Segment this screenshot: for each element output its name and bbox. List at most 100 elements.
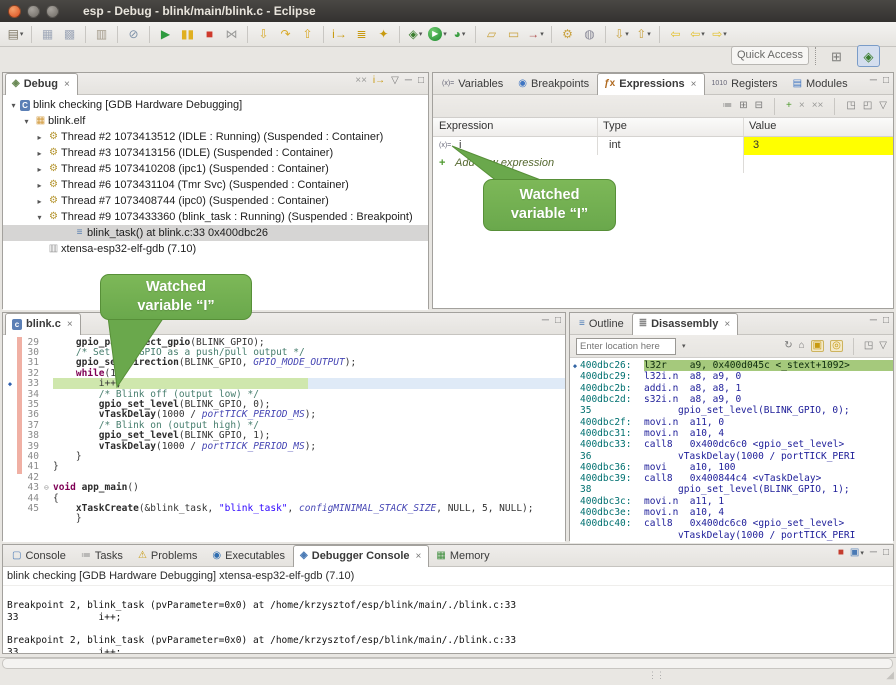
expander-icon[interactable]: ▸ (33, 181, 46, 190)
close-tab-icon[interactable]: × (67, 319, 73, 330)
expander-icon[interactable]: ▾ (7, 101, 20, 110)
tab-modules[interactable]: ▤Modules (786, 73, 856, 94)
window-close-icon[interactable] (8, 5, 21, 18)
open-element-button[interactable]: ▭ (503, 24, 524, 44)
show-logical-structure-toggle[interactable]: ⊞ (739, 101, 747, 111)
tree-row[interactable]: ▾▦blink.elf (3, 113, 428, 129)
back-button[interactable]: ⇦▾ (687, 24, 708, 44)
tree-row[interactable]: ▸⚙Thread #3 1073413156 (IDLE) (Suspended… (3, 145, 428, 161)
refresh-button[interactable]: ↻ (784, 341, 792, 351)
expander-icon[interactable]: ▸ (33, 197, 46, 206)
tree-row[interactable]: ▸⚙Thread #7 1073408744 (ipc0) (Suspended… (3, 193, 428, 209)
tab-breakpoints[interactable]: ◉Breakpoints (511, 73, 597, 94)
expander-icon[interactable]: ▸ (33, 165, 46, 174)
window-maximize-icon[interactable] (46, 5, 59, 18)
tab-disassembly[interactable]: ≣Disassembly× (632, 313, 739, 335)
terminate-button[interactable]: ■ (199, 24, 220, 44)
skip-breakpoints-button[interactable]: ⊘ (123, 24, 144, 44)
save-all-button[interactable]: ▩ (59, 24, 80, 44)
remove-all-expressions-button[interactable]: ×× (812, 101, 824, 111)
open-perspective-button[interactable]: ⊞ (826, 46, 847, 66)
column-header-value[interactable]: Value (749, 120, 776, 132)
tree-row[interactable]: ▾C blink checking [GDB Hardware Debuggin… (3, 97, 428, 113)
breakpoint-types-button[interactable]: ✦ (373, 24, 394, 44)
column-divider[interactable] (743, 118, 744, 136)
close-tab-icon[interactable]: × (64, 79, 70, 90)
new-project-button[interactable]: ▱ (481, 24, 502, 44)
display-console-button[interactable]: ▣▾ (850, 548, 864, 558)
sash-grip-icon[interactable]: ⋮⋮ (648, 670, 664, 681)
build-button[interactable]: ▥ (91, 24, 112, 44)
step-into-button[interactable]: ⇩ (253, 24, 274, 44)
new-view-button[interactable]: ◳ (864, 341, 873, 351)
toggle-mark-button[interactable]: ◍ (579, 24, 600, 44)
tree-row[interactable]: ▸⚙Thread #2 1073413512 (IDLE : Running) … (3, 129, 428, 145)
step-filters-button[interactable]: ≣ (351, 24, 372, 44)
tab-problems[interactable]: ⚠Problems (131, 545, 205, 566)
maximize-button[interactable]: □ (883, 316, 889, 326)
show-source-toggle[interactable]: ▣ (811, 340, 824, 352)
minimize-button[interactable]: ─ (870, 76, 877, 86)
minimize-button[interactable]: ─ (542, 316, 549, 326)
view-menu-button[interactable]: ▽ (879, 341, 887, 351)
minimize-button[interactable]: ─ (870, 316, 877, 326)
disassembly-listing[interactable]: ◆400dbc26:l32r a9, 0x400d045c <_stext+10… (570, 358, 893, 543)
tab-executables[interactable]: ◉Executables (205, 545, 293, 566)
expander-icon[interactable]: ▸ (33, 149, 46, 158)
suspend-button[interactable]: ▮▮ (177, 24, 198, 44)
tab-outline[interactable]: ≡Outline (572, 313, 632, 334)
external-tools-button[interactable]: ◕▾ (449, 24, 470, 44)
pin-view-button[interactable]: ◰ (863, 101, 872, 111)
tree-row[interactable]: ▥xtensa-esp32-elf-gdb (7.10) (3, 241, 428, 257)
forward-button[interactable]: ⇨▾ (709, 24, 730, 44)
maximize-button[interactable]: □ (883, 76, 889, 86)
instruction-stepping-toggle[interactable]: i→ (373, 76, 385, 86)
format-button[interactable]: ⚙ (557, 24, 578, 44)
maximize-button[interactable]: □ (418, 76, 424, 86)
new-view-button[interactable]: ◳ (846, 101, 855, 111)
tree-row[interactable]: ▸⚙Thread #6 1073431104 (Tmr Svc) (Suspen… (3, 177, 428, 193)
expression-row[interactable]: (x)= i int 3 (433, 137, 893, 155)
column-divider[interactable] (597, 118, 598, 136)
resize-grip-icon[interactable]: ◢ (886, 670, 894, 681)
run-button[interactable]: ▶▾ (427, 24, 448, 44)
tab-variables[interactable]: (x)=Variables (435, 73, 511, 94)
launch-button[interactable]: →▾ (525, 24, 546, 44)
instruction-stepping-button[interactable]: i→ (329, 24, 350, 44)
tab-tasks[interactable]: ≔Tasks (74, 545, 131, 566)
tab-debugger-console[interactable]: ◈Debugger Console× (293, 545, 429, 567)
breakpoint-icon[interactable]: ◆ (3, 380, 17, 388)
minimize-button[interactable]: ─ (405, 76, 412, 86)
tab-memory[interactable]: ▦Memory (429, 545, 497, 566)
home-button[interactable]: ⌂ (799, 341, 805, 351)
tab-console[interactable]: ▢Console (5, 545, 74, 566)
tab-debug[interactable]: ◈Debug× (5, 73, 78, 95)
debug-button[interactable]: ◈▾ (405, 24, 426, 44)
horizontal-scrollbar[interactable] (2, 658, 893, 669)
expander-icon[interactable]: ▸ (33, 133, 46, 142)
close-tab-icon[interactable]: × (691, 79, 697, 90)
window-minimize-icon[interactable] (27, 5, 40, 18)
fold-minus-icon[interactable]: ⊖ (44, 483, 53, 492)
show-type-names-toggle[interactable]: ≔ (722, 101, 732, 111)
go-to-line-button[interactable]: ⇧▾ (633, 24, 654, 44)
new-wizard-button[interactable]: ▤▾ (5, 24, 26, 44)
sync-selection-toggle[interactable]: ◎ (830, 340, 843, 352)
console-content[interactable]: blink checking [GDB Hardware Debugging] … (3, 567, 893, 653)
expander-icon[interactable]: ▾ (33, 213, 46, 222)
last-edit-location-button[interactable]: ⇩▾ (611, 24, 632, 44)
remove-all-terminated-button[interactable]: ×× (355, 76, 367, 86)
tab-blink.c[interactable]: cblink.c× (5, 313, 81, 335)
quick-access-button[interactable]: Quick Access (731, 46, 809, 65)
back-history-button[interactable]: ⇦ (665, 24, 686, 44)
tree-row[interactable]: ≡blink_task() at blink.c:33 0x400dbc26 (3, 225, 428, 241)
minimize-button[interactable]: ─ (870, 548, 877, 558)
add-expression-row[interactable]: + Add new expression (433, 155, 893, 173)
view-menu-button[interactable]: ▽ (879, 101, 887, 111)
maximize-button[interactable]: □ (555, 316, 561, 326)
tree-row[interactable]: ▾⚙Thread #9 1073433360 (blink_task : Run… (3, 209, 428, 225)
add-expression-button[interactable]: + (786, 101, 792, 111)
tree-row[interactable]: ▸⚙Thread #5 1073410208 (ipc1) (Suspended… (3, 161, 428, 177)
location-dropdown-icon[interactable]: ▾ (682, 342, 686, 350)
code-editor[interactable]: 29 gpio_pad_select_gpio(BLINK_GPIO);30 /… (3, 335, 565, 542)
